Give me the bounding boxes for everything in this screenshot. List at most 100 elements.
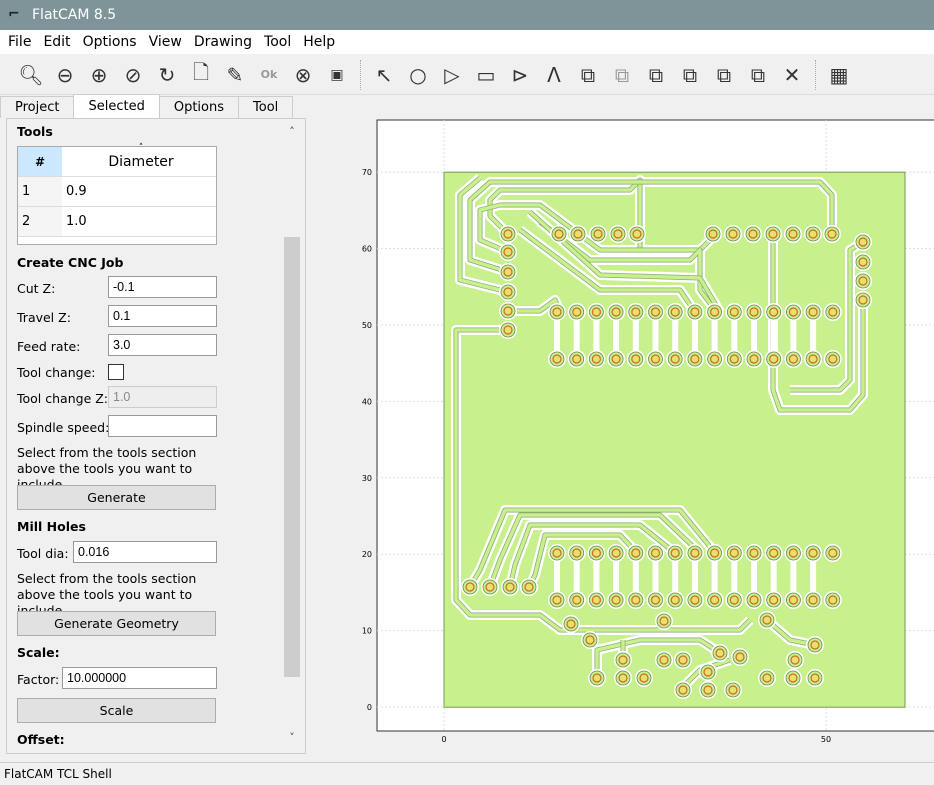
trace-clearance (751, 318, 757, 353)
rectangle-icon[interactable]: ▭ (469, 60, 503, 90)
tool-dia-input[interactable] (73, 541, 217, 563)
drill-hole (749, 354, 759, 364)
col-header-number[interactable]: # (18, 147, 62, 176)
subtraction-icon[interactable]: ⧉ (639, 60, 673, 90)
menu-file[interactable]: File (2, 34, 37, 50)
menu-options[interactable]: Options (77, 34, 143, 50)
trace-clearance (613, 318, 620, 353)
mill-holes-heading: Mill Holes (17, 519, 86, 534)
drill-hole (591, 307, 601, 317)
drill-hole (729, 548, 739, 558)
scroll-down-icon[interactable]: ˅ (283, 731, 301, 744)
table-row[interactable]: 2 1.0 (18, 207, 216, 237)
grid-icon[interactable]: ▦ (822, 60, 856, 90)
drill-hole (613, 229, 623, 239)
tool-change-z-input[interactable] (108, 386, 217, 408)
union-icon[interactable]: ⧉ (571, 60, 605, 90)
drill-hole (670, 595, 680, 605)
generate-geometry-button[interactable]: Generate Geometry (17, 611, 216, 636)
drill-hole (552, 595, 562, 605)
tab-selected[interactable]: Selected (73, 94, 160, 118)
trace-clearance (672, 559, 679, 594)
drill-hole (650, 307, 661, 317)
move-icon[interactable]: ⧉ (707, 60, 741, 90)
drill-hole (808, 354, 818, 364)
zoom-out-icon[interactable]: ⊖ (48, 60, 82, 90)
drill-hole (631, 307, 641, 317)
notebook-tabs: Project Selected Options Tool (0, 94, 294, 118)
menu-edit[interactable]: Edit (37, 34, 76, 50)
trace-clearance (554, 559, 560, 594)
tool-change-checkbox[interactable] (108, 364, 124, 380)
plot-area[interactable]: 0 10 20 30 40 50 60 70 0 50 (310, 118, 934, 762)
col-header-diameter[interactable]: ˄ Diameter (62, 143, 216, 176)
drill-hole (639, 673, 649, 683)
drill-hole (858, 295, 868, 305)
trace-clearance (593, 318, 600, 353)
travel-z-input[interactable] (108, 305, 217, 327)
drill-hole (808, 595, 818, 605)
drill-hole (650, 354, 661, 364)
menu-tool[interactable]: Tool (258, 34, 297, 50)
trace-clearance (593, 559, 600, 594)
copy-icon[interactable]: ⧉ (741, 60, 775, 90)
shell-icon[interactable]: ▣ (320, 60, 354, 90)
arc-icon[interactable]: ▷ (435, 60, 469, 90)
tab-tool[interactable]: Tool (238, 96, 294, 118)
menu-view[interactable]: View (143, 34, 188, 50)
edit-icon[interactable]: ✎ (218, 60, 252, 90)
drill-hole (808, 548, 818, 558)
clear-plot-icon[interactable]: ⊘ (116, 60, 150, 90)
new-project-icon[interactable]: 🗋 (184, 60, 218, 90)
zoom-in-icon[interactable]: ⊕ (82, 60, 116, 90)
table-row[interactable]: 1 0.9 (18, 177, 216, 207)
replot-icon[interactable]: ↻ (150, 60, 184, 90)
drill-hole (788, 548, 798, 558)
circle-icon[interactable]: ○ (401, 60, 435, 90)
tcl-shell-label[interactable]: FlatCAM TCL Shell (4, 767, 112, 781)
pcb-plot[interactable]: 0 10 20 30 40 50 60 70 0 50 (310, 118, 934, 762)
status-bar: FlatCAM TCL Shell (0, 762, 934, 785)
drill-hole (788, 673, 798, 683)
drill-hole (552, 307, 562, 317)
trace-clearance (810, 318, 817, 353)
trace-clearance (632, 318, 639, 353)
delete-icon[interactable]: ⊗ (286, 60, 320, 90)
trace-clearance (652, 318, 659, 353)
spindle-speed-input[interactable] (108, 415, 217, 437)
y-tick-label: 20 (362, 550, 372, 559)
drill-hole (572, 354, 582, 364)
drill-hole (749, 307, 759, 317)
select-icon[interactable]: ↖ (367, 60, 401, 90)
drill-hole (591, 548, 601, 558)
menu-drawing[interactable]: Drawing (188, 34, 258, 50)
generate-button[interactable]: Generate (17, 485, 216, 510)
scale-button[interactable]: Scale (17, 698, 216, 723)
drill-hole (591, 595, 601, 605)
tools-table[interactable]: # ˄ Diameter 1 0.9 2 1.0 (17, 143, 217, 245)
feed-rate-input[interactable] (108, 334, 217, 356)
scroll-up-icon[interactable]: ˄ (283, 125, 301, 138)
zoom-fit-icon[interactable]: 🔍︎ (14, 60, 48, 90)
drill-hole (631, 354, 641, 364)
drill-hole (715, 648, 725, 658)
cut-icon[interactable]: ⧉ (673, 60, 707, 90)
scale-factor-input[interactable] (62, 667, 217, 689)
drill-hole (678, 655, 688, 665)
delete-shape-icon[interactable]: ✕ (775, 60, 809, 90)
ok-icon[interactable]: Ok (252, 60, 286, 90)
drill-hole (828, 548, 838, 558)
scrollbar-thumb[interactable] (284, 237, 300, 677)
menu-help[interactable]: Help (297, 34, 341, 50)
tab-project[interactable]: Project (0, 96, 75, 118)
cut-z-input[interactable] (108, 276, 217, 298)
drill-hole (503, 325, 513, 335)
panel-scrollbar[interactable]: ˄ ˅ (283, 119, 301, 753)
cnc-heading: Create CNC Job (17, 255, 124, 270)
polygon-icon[interactable]: ⊳ (503, 60, 537, 90)
tab-options[interactable]: Options (158, 96, 240, 118)
path-icon[interactable]: Λ (537, 60, 571, 90)
drill-hole (505, 582, 515, 592)
intersection-icon[interactable]: ⧉ (605, 60, 639, 90)
toolbar-separator (360, 59, 361, 90)
